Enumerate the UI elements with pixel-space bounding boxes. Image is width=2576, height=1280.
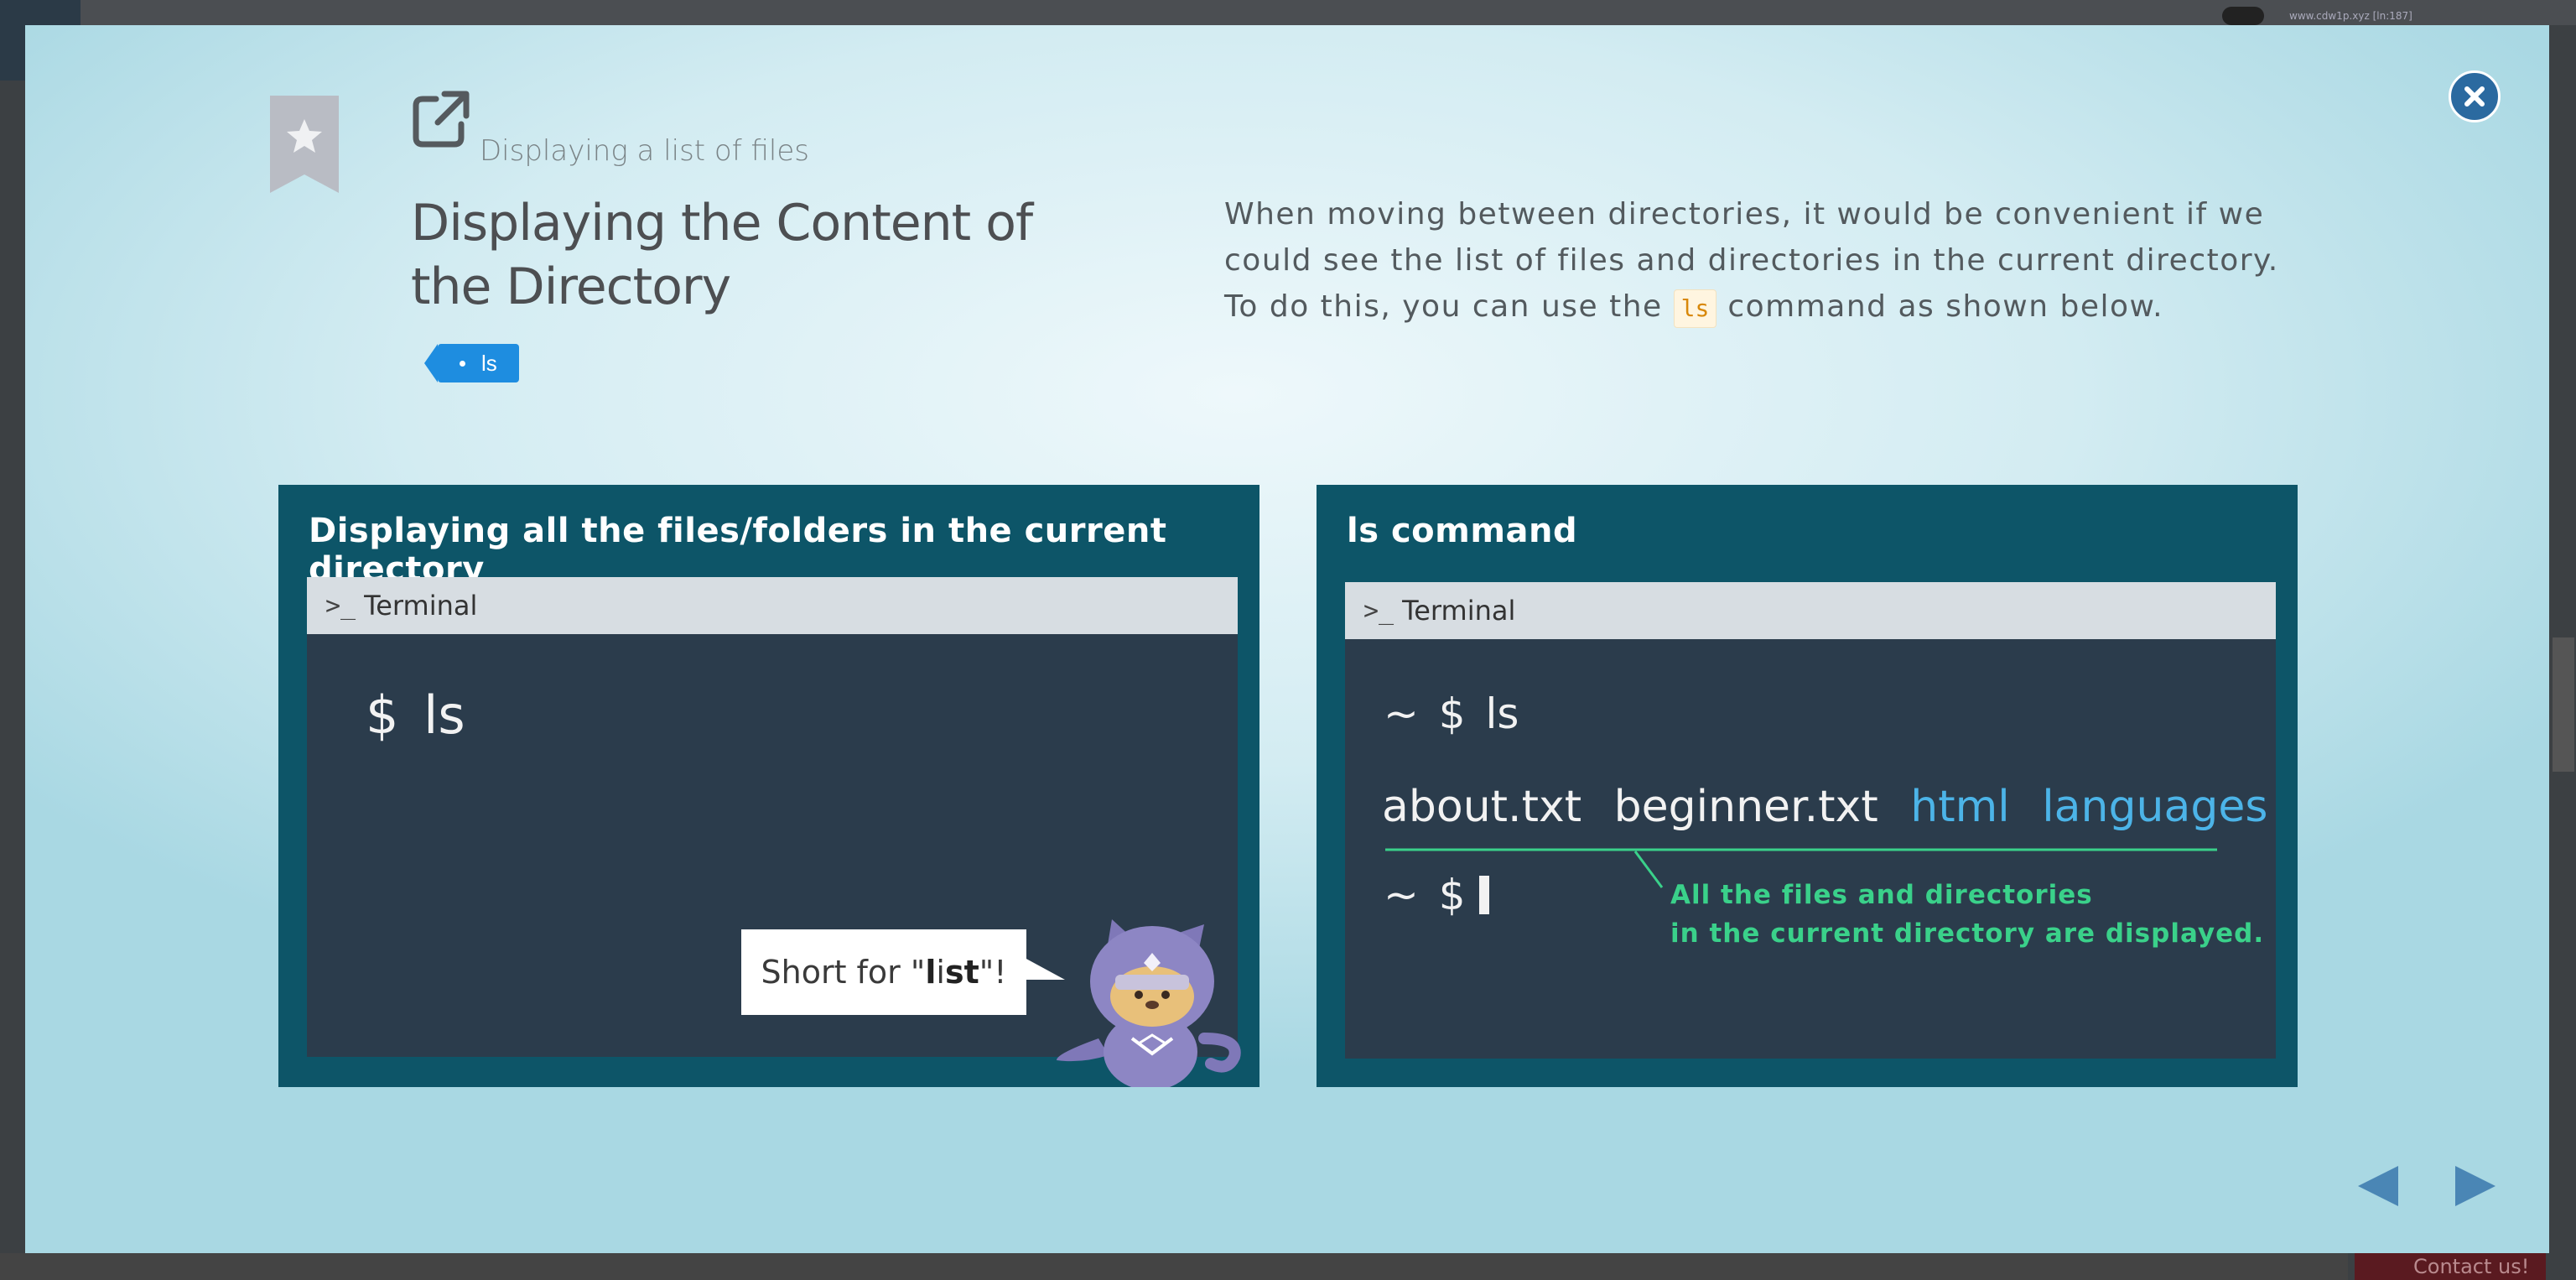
close-icon (2464, 86, 2485, 107)
inline-code-ls: ls (1673, 289, 1717, 328)
lesson-subtitle: Displaying a list of files (480, 134, 809, 168)
background-scrollbar[interactable] (2553, 637, 2574, 772)
bubble-l: l (925, 954, 937, 991)
description-after-code: command as shown below. (1727, 289, 2164, 324)
bookmark-star-icon[interactable] (268, 96, 340, 196)
bubble-st: st (944, 954, 979, 991)
lesson-description: When moving between directories, it woul… (1224, 191, 2314, 330)
terminal-command: $ ls (366, 684, 465, 746)
speech-bubble: Short for "list"! (741, 929, 1065, 1015)
bubble-prefix: Short for " (761, 954, 926, 991)
terminal-titlebar: >_ Terminal (307, 577, 1238, 634)
directory-item: html (1910, 782, 2010, 832)
bubble-i: i (936, 954, 945, 991)
tag-dot (460, 361, 465, 367)
background-url-text: www.cdw1p.xyz [ln:187] (2289, 10, 2412, 22)
terminal-body: ~ $ ls about.txt beginner.txt html langu… (1345, 639, 2276, 1059)
terminal-prompt-line-2: ~ $ (1384, 871, 1489, 919)
tag-ls[interactable]: ls (424, 344, 519, 382)
callout-line-2: in the current directory are displayed. (1670, 918, 2265, 949)
terminal-output: about.txt beginner.txt html languages (1382, 782, 2286, 832)
lesson-title: Displaying the Content of the Directory (411, 194, 1033, 316)
triangle-left-icon[interactable] (2351, 1163, 2402, 1210)
lesson-modal: Displaying a list of files Displaying th… (25, 25, 2549, 1253)
description-line-2: To do this, you can use the ls command a… (1224, 284, 2314, 330)
terminal-prompt-icon: >_ (325, 591, 356, 621)
file-item: beginner.txt (1613, 782, 1878, 832)
triangle-right-icon[interactable] (2452, 1163, 2502, 1210)
background-topbar (0, 0, 2576, 25)
external-link-icon (413, 91, 470, 148)
slide-ls-usage: Displaying all the files/folders in the … (278, 485, 1259, 1087)
ninja-cat-mascot (1057, 919, 1241, 1087)
directory-item: languages (2042, 782, 2268, 832)
terminal-cursor (1478, 876, 1489, 914)
terminal-prompt-line: ~ $ ls (1384, 689, 1519, 738)
slide-heading: ls command (1347, 512, 1578, 550)
background-bottom-bar (0, 1253, 2348, 1280)
prompt-text: ~ $ (1384, 871, 1466, 919)
terminal-prompt-icon: >_ (1363, 596, 1394, 626)
terminal-titlebar: >_ Terminal (1345, 582, 2276, 639)
background-avatar (2222, 7, 2264, 25)
callout-line-1: All the files and directories (1670, 880, 2093, 910)
file-item: about.txt (1382, 782, 1582, 832)
terminal-label: Terminal (364, 590, 478, 622)
description-before-code: To do this, you can use the (1224, 289, 1663, 324)
slide-ls-command: ls command >_ Terminal ~ $ ls about.txt … (1317, 485, 2298, 1087)
terminal-label: Terminal (1402, 595, 1516, 627)
close-button[interactable] (2449, 70, 2501, 122)
callout-text: All the files and directories in the cur… (1670, 876, 2264, 953)
bubble-suffix: "! (979, 954, 1007, 991)
tag-label: ls (481, 351, 497, 376)
contact-us-button[interactable]: Contact us! (2355, 1253, 2546, 1280)
description-line-1: When moving between directories, it woul… (1224, 197, 2279, 278)
